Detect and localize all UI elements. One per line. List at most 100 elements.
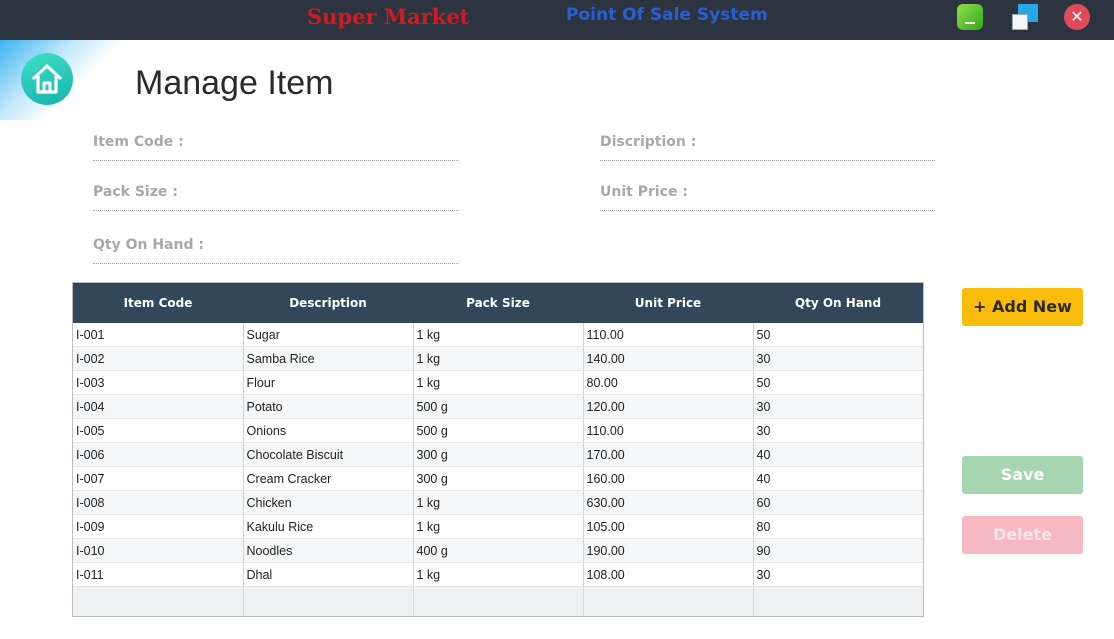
- cell-description: Potato: [243, 394, 414, 419]
- cell-pack-size: 500 g: [413, 418, 584, 443]
- cell-unit-price: 110.00: [583, 323, 754, 347]
- cell-pack-size: 1 kg: [413, 490, 584, 515]
- cell-item-code: I-011: [73, 562, 244, 587]
- cell-item-code: I-001: [73, 323, 244, 347]
- column-header-pack-size[interactable]: Pack Size: [413, 283, 583, 323]
- cell-qty-on-hand: 30: [753, 394, 923, 419]
- item-code-field[interactable]: Item Code :: [93, 134, 459, 161]
- brand-super-market: Super Market: [307, 4, 470, 29]
- item-code-input[interactable]: [235, 134, 459, 158]
- cell-qty-on-hand: 50: [753, 323, 923, 347]
- delete-button[interactable]: Delete: [962, 516, 1083, 554]
- maximize-icon-front: [1012, 14, 1028, 30]
- description-label: Discription :: [600, 134, 697, 150]
- empty-cell: [583, 586, 754, 616]
- cell-qty-on-hand: 30: [753, 562, 923, 587]
- table-row[interactable]: I-003 Flour 1 kg 80.00 50: [73, 370, 923, 395]
- cell-pack-size: 1 kg: [413, 346, 584, 371]
- qty-on-hand-input[interactable]: [235, 237, 459, 261]
- cell-item-code: I-007: [73, 466, 244, 491]
- brand-pos-system: Point Of Sale System: [566, 5, 768, 25]
- items-table[interactable]: Item Code Description Pack Size Unit Pri…: [72, 282, 924, 617]
- table-row[interactable]: I-006 Chocolate Biscuit 300 g 170.00 40: [73, 442, 923, 467]
- table-row[interactable]: I-008 Chicken 1 kg 630.00 60: [73, 490, 923, 515]
- cell-pack-size: 500 g: [413, 394, 584, 419]
- column-header-description[interactable]: Description: [243, 283, 413, 323]
- cell-item-code: I-010: [73, 538, 244, 563]
- home-button[interactable]: [21, 53, 73, 105]
- cell-item-code: I-002: [73, 346, 244, 371]
- cell-qty-on-hand: 40: [753, 466, 923, 491]
- add-new-button[interactable]: + Add New: [962, 288, 1083, 326]
- maximize-icon[interactable]: [1012, 4, 1038, 30]
- cell-pack-size: 300 g: [413, 466, 584, 491]
- cell-unit-price: 108.00: [583, 562, 754, 587]
- qty-on-hand-field[interactable]: Qty On Hand :: [93, 237, 459, 264]
- cell-description: Noodles: [243, 538, 414, 563]
- cell-pack-size: 1 kg: [413, 370, 584, 395]
- empty-cell: [73, 586, 244, 616]
- minimize-icon[interactable]: [957, 4, 983, 30]
- cell-description: Kakulu Rice: [243, 514, 414, 539]
- cell-description: Dhal: [243, 562, 414, 587]
- pack-size-field[interactable]: Pack Size :: [93, 184, 459, 211]
- cell-qty-on-hand: 90: [753, 538, 923, 563]
- unit-price-label: Unit Price :: [600, 184, 688, 200]
- cell-unit-price: 190.00: [583, 538, 754, 563]
- cell-unit-price: 630.00: [583, 490, 754, 515]
- cell-unit-price: 105.00: [583, 514, 754, 539]
- cell-item-code: I-009: [73, 514, 244, 539]
- title-bar: Super Market Point Of Sale System ✕: [0, 0, 1114, 40]
- cell-pack-size: 1 kg: [413, 323, 584, 347]
- cell-item-code: I-005: [73, 418, 244, 443]
- page-title: Manage Item: [135, 64, 334, 102]
- cell-unit-price: 170.00: [583, 442, 754, 467]
- table-row[interactable]: I-009 Kakulu Rice 1 kg 105.00 80: [73, 514, 923, 539]
- pack-size-input[interactable]: [235, 184, 459, 208]
- cell-description: Chocolate Biscuit: [243, 442, 414, 467]
- table-header-row: Item Code Description Pack Size Unit Pri…: [73, 283, 923, 323]
- cell-unit-price: 110.00: [583, 418, 754, 443]
- cell-description: Cream Cracker: [243, 466, 414, 491]
- cell-qty-on-hand: 30: [753, 346, 923, 371]
- cell-qty-on-hand: 40: [753, 442, 923, 467]
- cell-qty-on-hand: 60: [753, 490, 923, 515]
- cell-item-code: I-003: [73, 370, 244, 395]
- cell-qty-on-hand: 80: [753, 514, 923, 539]
- pack-size-label: Pack Size :: [93, 184, 178, 200]
- empty-cell: [243, 586, 414, 616]
- cell-unit-price: 160.00: [583, 466, 754, 491]
- table-row[interactable]: I-004 Potato 500 g 120.00 30: [73, 394, 923, 419]
- cell-description: Samba Rice: [243, 346, 414, 371]
- save-button[interactable]: Save: [962, 456, 1083, 494]
- cell-description: Sugar: [243, 323, 414, 347]
- empty-cell: [413, 586, 584, 616]
- table-row[interactable]: I-002 Samba Rice 1 kg 140.00 30: [73, 346, 923, 371]
- cell-unit-price: 120.00: [583, 394, 754, 419]
- description-input[interactable]: [730, 134, 935, 158]
- cell-description: Flour: [243, 370, 414, 395]
- table-row[interactable]: I-001 Sugar 1 kg 110.00 50: [73, 323, 923, 347]
- table-row[interactable]: I-010 Noodles 400 g 190.00 90: [73, 538, 923, 563]
- cell-description: Onions: [243, 418, 414, 443]
- cell-unit-price: 140.00: [583, 346, 754, 371]
- table-row[interactable]: I-011 Dhal 1 kg 108.00 30: [73, 562, 923, 587]
- cell-pack-size: 1 kg: [413, 514, 584, 539]
- close-icon[interactable]: ✕: [1064, 4, 1090, 30]
- table-row[interactable]: I-005 Onions 500 g 110.00 30: [73, 418, 923, 443]
- column-header-item-code[interactable]: Item Code: [73, 283, 243, 323]
- cell-item-code: I-008: [73, 490, 244, 515]
- column-header-unit-price[interactable]: Unit Price: [583, 283, 753, 323]
- cell-qty-on-hand: 50: [753, 370, 923, 395]
- cell-pack-size: 400 g: [413, 538, 584, 563]
- unit-price-field[interactable]: Unit Price :: [600, 184, 935, 211]
- column-header-qty-on-hand[interactable]: Qty On Hand: [753, 283, 923, 323]
- table-row[interactable]: I-007 Cream Cracker 300 g 160.00 40: [73, 466, 923, 491]
- cell-unit-price: 80.00: [583, 370, 754, 395]
- unit-price-input[interactable]: [730, 184, 935, 208]
- cell-qty-on-hand: 30: [753, 418, 923, 443]
- description-field[interactable]: Discription :: [600, 134, 935, 161]
- cell-pack-size: 300 g: [413, 442, 584, 467]
- empty-cell: [753, 586, 923, 616]
- qty-on-hand-label: Qty On Hand :: [93, 237, 204, 253]
